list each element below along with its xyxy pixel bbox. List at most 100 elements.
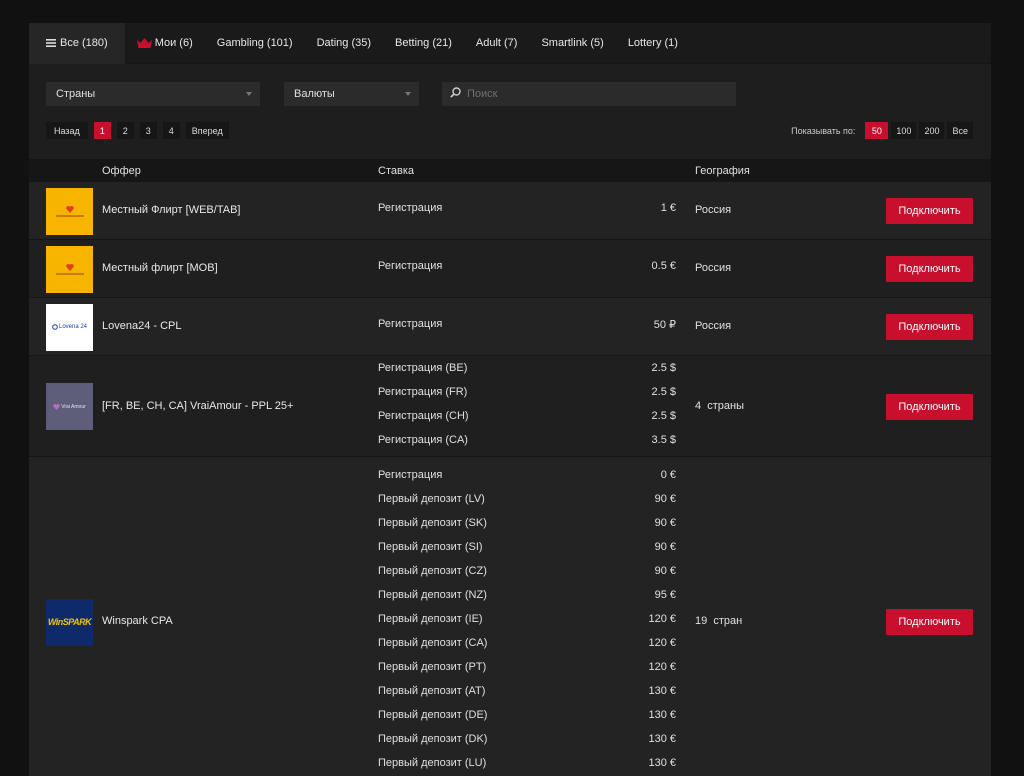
table-row: Местный Флирт [WEB/TAB] Регистрация 1 € Рос… (29, 182, 991, 240)
prev-page-button[interactable]: Назад (46, 122, 88, 139)
per-page-100[interactable]: 100 (891, 122, 917, 139)
countries-select[interactable]: Страны (46, 82, 260, 106)
tab-label: Betting (21) (395, 37, 452, 49)
rate-label: Первый депозит (LV) (378, 493, 485, 505)
tab-lottery[interactable]: Lottery (1) (616, 23, 690, 64)
countries-select-label: Страны (56, 88, 96, 100)
rate-label: Регистрация (378, 260, 443, 272)
rate-value: 120 € (648, 613, 676, 625)
rate-value: 2.5 $ (651, 409, 676, 422)
rate-value: 130 € (648, 709, 676, 721)
winspark-logo: WinSPARK (46, 598, 93, 646)
rate-label: Первый депозит (IE) (378, 613, 483, 625)
offers-panel: Все (180) Мои (6) Gambling (101) Dating … (29, 23, 991, 776)
tab-label: Smartlink (5) (541, 37, 604, 49)
rate-value: 90 € (654, 517, 676, 529)
per-page-selector: Показывать по: 50 100 200 Все (791, 122, 973, 139)
vraiamour-logo: Vrai Amour (46, 383, 93, 430)
per-page-all[interactable]: Все (947, 122, 973, 139)
tab-smartlink[interactable]: Smartlink (5) (529, 23, 615, 64)
mestny-flirt-logo (46, 187, 93, 235)
rate-label: Регистрация (CH) (378, 409, 469, 422)
tab-label: Мои (6) (154, 37, 193, 49)
table-row: Местный флирт [MOB] Регистрация 0.5 € Росси… (29, 240, 991, 298)
page-button-2[interactable]: 2 (116, 122, 134, 139)
table-row: Lovena 24 Lovena24 - CPL Регистрация 50 ₽ Ро… (29, 298, 991, 356)
connect-button[interactable]: Подключить (886, 314, 973, 340)
category-tabs: Все (180) Мои (6) Gambling (101) Dating … (29, 23, 991, 64)
chevron-down-icon (405, 92, 411, 96)
rate-value: 2.5 $ (651, 361, 676, 374)
rate-label: Регистрация (378, 318, 443, 330)
rate-value: 3.5 $ (651, 433, 676, 446)
page-button-4[interactable]: 4 (162, 122, 180, 139)
menu-icon (46, 39, 56, 47)
geo-value: Россия (695, 262, 732, 274)
rate-label: Первый депозит (LU) (378, 757, 487, 769)
offers-table-body: Местный Флирт [WEB/TAB] Регистрация 1 € Рос… (29, 182, 991, 776)
rate-label: Первый депозит (DE) (378, 709, 488, 721)
tab-betting[interactable]: Betting (21) (383, 23, 464, 64)
page-button-3[interactable]: 3 (139, 122, 157, 139)
geo-value: 19 стран (695, 615, 743, 627)
table-row: Vrai Amour [FR, BE, CH, CA] VraiAmour - P… (29, 356, 991, 457)
rate-value: 90 € (654, 541, 676, 553)
tab-label: Adult (7) (475, 37, 518, 49)
tab-label: Dating (35) (316, 37, 372, 49)
currencies-select[interactable]: Валюты (284, 82, 419, 106)
connect-button[interactable]: Подключить (886, 609, 973, 635)
header-rate: Ставка (378, 165, 414, 177)
table-row: WinSPARK Winspark CPA Регистрация 0 € Первый… (29, 457, 991, 776)
rate-label: Регистрация (BE) (378, 361, 468, 374)
per-page-label: Показывать по: (791, 125, 856, 136)
per-page-50[interactable]: 50 (865, 122, 889, 139)
connect-button[interactable]: Подключить (886, 256, 973, 282)
header-offer: Оффер (102, 165, 141, 177)
offer-name[interactable]: Lovena24 - CPL (102, 320, 182, 332)
tab-label: Gambling (101) (216, 37, 293, 49)
page-button-1[interactable]: 1 (93, 122, 111, 139)
rate-value: 0 € (660, 469, 676, 481)
search-box (442, 82, 736, 106)
tab-label: Lottery (1) (627, 37, 678, 49)
tab-dating[interactable]: Dating (35) (305, 23, 383, 64)
header-geo: География (695, 165, 750, 177)
mestny-flirt-logo (46, 245, 93, 293)
offer-name[interactable]: Местный Флирт [WEB/TAB] (102, 204, 240, 216)
rate-value: 90 € (654, 565, 676, 577)
rate-value: 130 € (648, 757, 676, 769)
rate-value: 120 € (648, 661, 676, 673)
geo-value: 4 страны (695, 399, 744, 412)
offer-name[interactable]: Местный флирт [MOB] (102, 262, 218, 274)
rate-label: Первый депозит (PT) (378, 661, 487, 673)
next-page-button[interactable]: Вперед (185, 122, 229, 139)
rate-value: 50 ₽ (653, 319, 676, 331)
rate-value: 2.5 $ (651, 385, 676, 398)
per-page-200[interactable]: 200 (919, 122, 945, 139)
connect-button[interactable]: Подключить (886, 393, 973, 420)
rate-value: 90 € (654, 493, 676, 505)
tab-mine[interactable]: Мои (6) (125, 23, 205, 64)
geo-value: Россия (695, 204, 732, 216)
table-header: Оффер Ставка География (29, 159, 991, 182)
tab-all[interactable]: Все (180) (29, 23, 125, 64)
crown-icon (136, 38, 152, 48)
tab-adult[interactable]: Adult (7) (464, 23, 530, 64)
rate-label: Первый депозит (SI) (378, 541, 483, 553)
pagination: Назад 1 2 3 4 Вперед (46, 122, 235, 139)
rate-value: 120 € (648, 637, 676, 649)
filters-bar: Страны Валюты Назад 1 2 3 4 Вперед Показ… (29, 64, 991, 159)
rate-value: 0.5 € (651, 260, 676, 272)
currencies-select-label: Валюты (294, 88, 335, 100)
offer-name[interactable]: Winspark CPA (102, 615, 173, 627)
rate-label: Регистрация (378, 469, 443, 481)
connect-button[interactable]: Подключить (886, 198, 973, 224)
offer-name[interactable]: [FR, BE, CH, CA] VraiAmour - PPL 25+ (102, 400, 293, 412)
rate-value: 130 € (648, 733, 676, 745)
rate-value: 130 € (648, 685, 676, 697)
geo-value: Россия (695, 320, 732, 332)
search-input[interactable] (467, 88, 717, 100)
tab-gambling[interactable]: Gambling (101) (205, 23, 305, 64)
rate-label: Регистрация (FR) (378, 385, 468, 398)
rate-value: 95 € (654, 589, 676, 601)
